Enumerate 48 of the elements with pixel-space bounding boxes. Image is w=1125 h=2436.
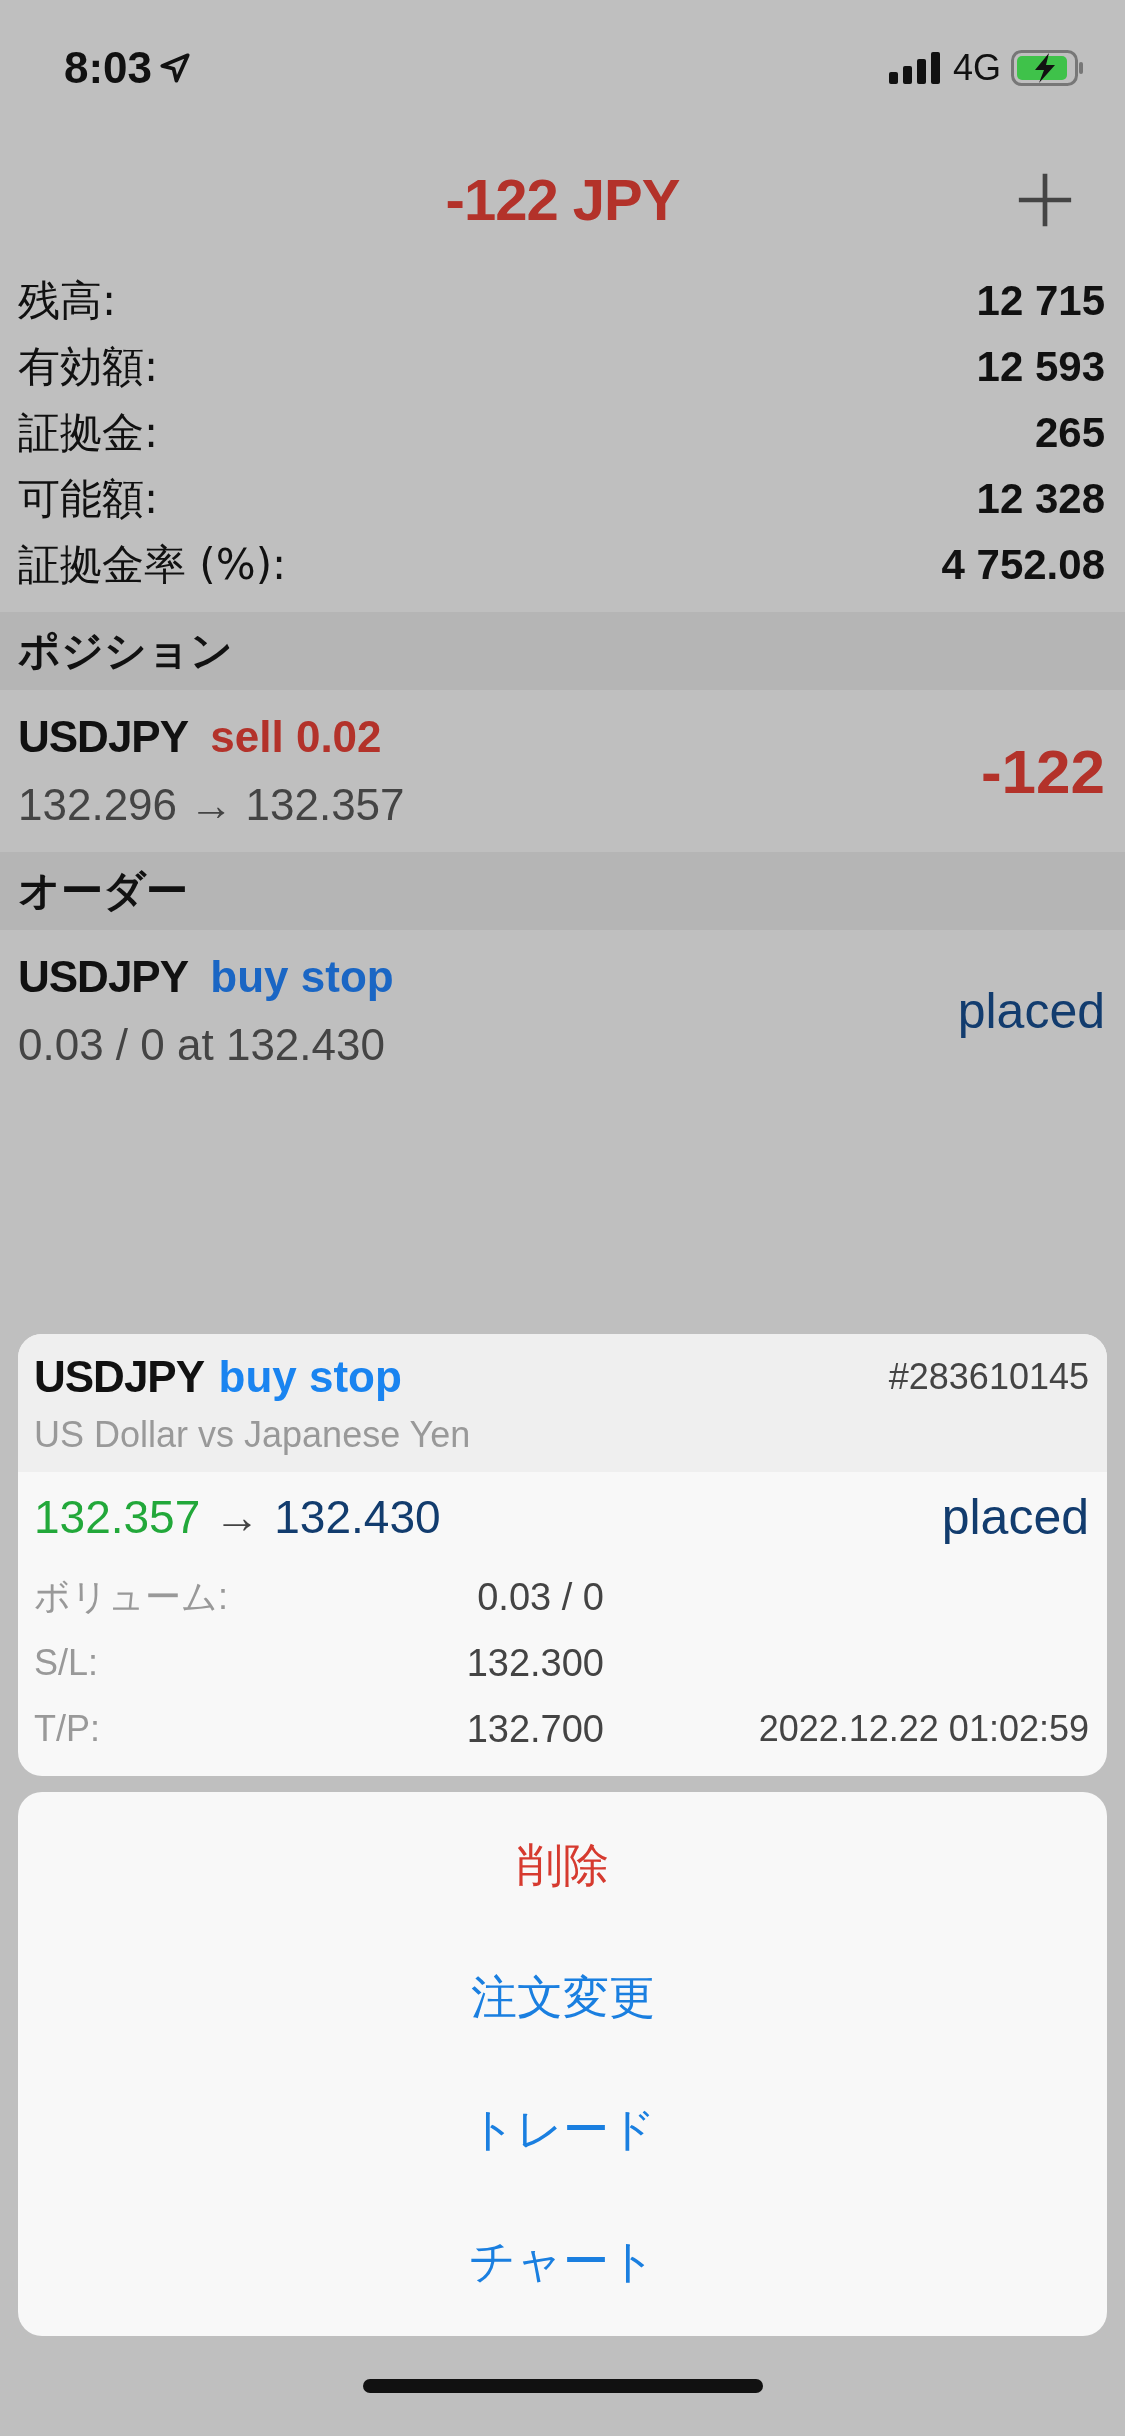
field-label: ボリューム: bbox=[34, 1574, 229, 1619]
trade-action: sell 0.02 bbox=[210, 712, 382, 761]
order-detail: 0.03 / 0 at 132.430 bbox=[18, 1020, 386, 1070]
section-header: ポジション bbox=[0, 612, 1125, 690]
order-time: 2022.12.22 01:02:59 bbox=[758, 1708, 1089, 1749]
account-value: 265 bbox=[1034, 409, 1105, 457]
signal-icon bbox=[888, 52, 943, 84]
arrow-glyph: → bbox=[214, 1490, 261, 1544]
field-value: 132.700 bbox=[465, 1707, 604, 1751]
position-row[interactable]: USDJPY sell 0.02 132.296 → 132.357 -122 bbox=[0, 690, 1125, 852]
action-button[interactable]: 注文変更 bbox=[18, 1932, 1107, 2064]
add-icon[interactable] bbox=[1017, 172, 1073, 228]
price-range: 132.296 → 132.357 bbox=[18, 780, 405, 830]
field-value: 132.300 bbox=[465, 1641, 604, 1685]
action-button[interactable]: トレード bbox=[18, 2064, 1107, 2196]
symbol-description: US Dollar vs Japanese Yen bbox=[34, 1414, 472, 1456]
symbol-label: USDJPY bbox=[18, 712, 189, 761]
order-row[interactable]: USDJPY buy stop 0.03 / 0 at 132.430 placed bbox=[0, 930, 1125, 1092]
position-profit: -122 bbox=[980, 735, 1105, 807]
order-price: 132.430 bbox=[274, 1490, 441, 1544]
clock-time: 8:03 bbox=[64, 43, 153, 93]
account-label: 残高: bbox=[18, 275, 117, 327]
order-status: placed bbox=[957, 982, 1105, 1040]
trade-action: buy stop bbox=[210, 952, 394, 1001]
network-type: 4G bbox=[952, 47, 1001, 89]
account-value: 4 752.08 bbox=[941, 541, 1105, 589]
action-button[interactable]: 削除 bbox=[18, 1800, 1107, 1932]
field-label: S/L: bbox=[34, 1642, 100, 1684]
section-header: オーダー bbox=[0, 852, 1125, 930]
symbol-label: USDJPY bbox=[34, 1352, 205, 1401]
ticket-number: #283610145 bbox=[888, 1355, 1089, 1398]
battery-charging-icon bbox=[1011, 50, 1085, 86]
location-arrow-icon bbox=[158, 51, 193, 85]
account-value: 12 593 bbox=[976, 343, 1105, 391]
profit-title: -122 JPY bbox=[445, 165, 680, 233]
trade-action: buy stop bbox=[218, 1352, 402, 1401]
symbol-label: USDJPY bbox=[18, 952, 189, 1001]
field-value: 0.03 / 0 bbox=[476, 1575, 604, 1619]
current-price: 132.357 bbox=[34, 1490, 201, 1544]
account-label: 証拠金: bbox=[18, 407, 159, 459]
account-label: 証拠金率 (%): bbox=[18, 539, 287, 591]
order-status: placed bbox=[941, 1488, 1089, 1546]
field-label: T/P: bbox=[34, 1708, 101, 1750]
action-button[interactable]: チャート bbox=[18, 2196, 1107, 2328]
account-label: 可能額: bbox=[18, 473, 159, 525]
account-value: 12 715 bbox=[976, 277, 1105, 325]
account-label: 有効額: bbox=[18, 341, 159, 393]
account-value: 12 328 bbox=[976, 475, 1105, 523]
